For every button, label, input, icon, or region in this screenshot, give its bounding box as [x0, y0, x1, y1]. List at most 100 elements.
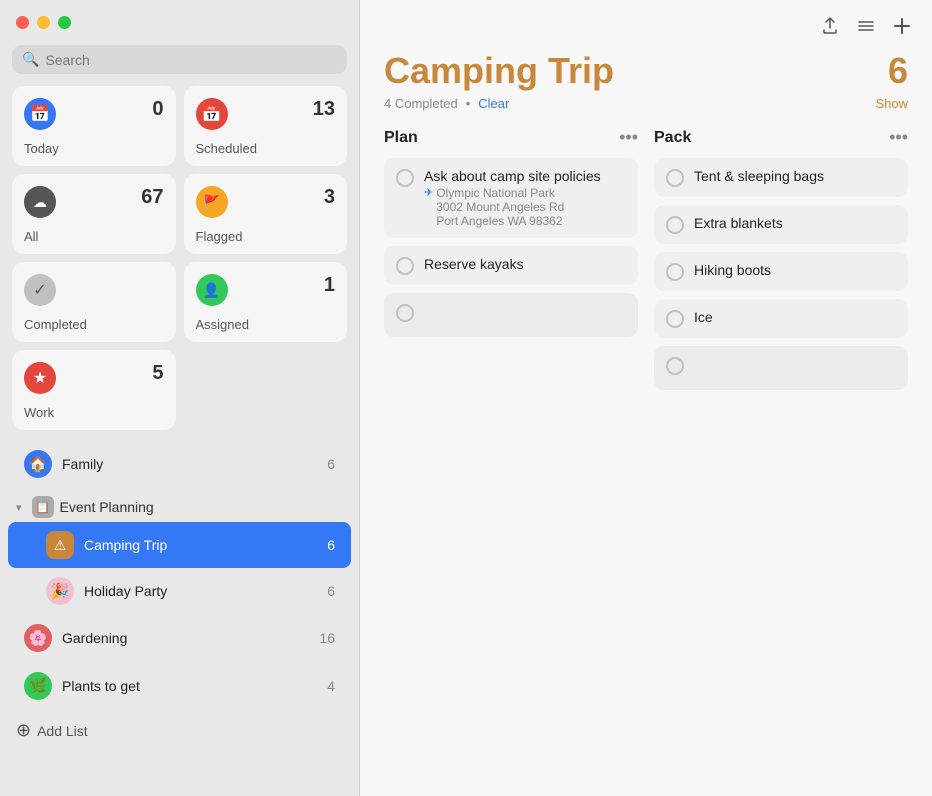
- holiday-party-label: Holiday Party: [84, 583, 327, 599]
- list-view-icon[interactable]: [856, 16, 876, 42]
- camping-trip-label: Camping Trip: [84, 537, 327, 553]
- sidebar-item-plants-to-get[interactable]: 🌿 Plants to get 4: [8, 662, 351, 710]
- maximize-button[interactable]: [58, 16, 71, 29]
- task-checkbox[interactable]: [666, 216, 684, 234]
- task-empty-plan[interactable]: [384, 293, 638, 337]
- camping-trip-count: 6: [327, 537, 335, 553]
- scheduled-count: 13: [313, 98, 335, 121]
- smart-list-scheduled[interactable]: 📅 13 Scheduled: [184, 86, 348, 166]
- separator: •: [466, 96, 471, 111]
- task-content: Ask about camp site policies ✈ Olympic N…: [424, 168, 626, 228]
- all-label: All: [24, 229, 164, 244]
- completed-row: 4 Completed • Clear Show: [384, 96, 908, 111]
- gardening-icon: 🌸: [24, 624, 52, 652]
- plan-column-header: Plan •••: [384, 127, 638, 148]
- smart-list-completed[interactable]: ✓ Completed: [12, 262, 176, 342]
- event-planning-icon: 📋: [32, 496, 54, 518]
- search-icon: 🔍: [22, 51, 39, 68]
- group-header-event-planning[interactable]: ▾ 📋 Event Planning: [0, 488, 359, 522]
- smart-lists-grid: 📅 0 Today 📅 13 Scheduled ☁ 67 All 🚩: [0, 86, 359, 350]
- show-button[interactable]: Show: [875, 96, 908, 111]
- add-list-button[interactable]: ⊕ Add List: [0, 710, 359, 751]
- assigned-count: 1: [324, 274, 335, 297]
- task-checkbox[interactable]: [396, 169, 414, 187]
- add-list-label: Add List: [37, 723, 88, 739]
- family-count: 6: [327, 456, 335, 472]
- sidebar-item-holiday-party[interactable]: 🎉 Holiday Party 6: [8, 568, 351, 614]
- clear-button[interactable]: Clear: [478, 96, 509, 111]
- today-count: 0: [152, 98, 163, 121]
- task-tent-sleeping-bags[interactable]: Tent & sleeping bags: [654, 158, 908, 197]
- task-reserve-kayaks[interactable]: Reserve kayaks: [384, 246, 638, 285]
- smart-list-all[interactable]: ☁ 67 All: [12, 174, 176, 254]
- plants-count: 4: [327, 678, 335, 694]
- share-icon[interactable]: [820, 16, 840, 42]
- task-content: Tent & sleeping bags: [694, 168, 896, 184]
- assigned-label: Assigned: [196, 317, 336, 332]
- task-content: Reserve kayaks: [424, 256, 626, 272]
- event-planning-label: Event Planning: [60, 499, 154, 515]
- task-hiking-boots[interactable]: Hiking boots: [654, 252, 908, 291]
- smart-list-assigned[interactable]: 👤 1 Assigned: [184, 262, 348, 342]
- assigned-icon: 👤: [196, 274, 228, 306]
- task-checkbox[interactable]: [666, 357, 684, 375]
- plan-column-menu-icon[interactable]: •••: [619, 127, 638, 148]
- task-ice[interactable]: Ice: [654, 299, 908, 338]
- camping-trip-icon: ⚠: [46, 531, 74, 559]
- task-subtitle: ✈ Olympic National Park3002 Mount Angele…: [424, 186, 626, 228]
- smart-list-flagged[interactable]: 🚩 3 Flagged: [184, 174, 348, 254]
- task-checkbox[interactable]: [396, 257, 414, 275]
- main-content: Camping Trip 6 4 Completed • Clear Show …: [360, 0, 932, 796]
- today-label: Today: [24, 141, 164, 156]
- sidebar-item-camping-trip[interactable]: ⚠ Camping Trip 6: [8, 522, 351, 568]
- search-bar[interactable]: 🔍: [12, 45, 347, 74]
- sidebar-item-gardening[interactable]: 🌸 Gardening 16: [8, 614, 351, 662]
- pack-column-menu-icon[interactable]: •••: [889, 127, 908, 148]
- flagged-label: Flagged: [196, 229, 336, 244]
- scheduled-label: Scheduled: [196, 141, 336, 156]
- all-icon: ☁: [24, 186, 56, 218]
- list-title-row: Camping Trip 6: [384, 50, 908, 92]
- task-content: Extra blankets: [694, 215, 896, 231]
- sidebar-item-family[interactable]: 🏠 Family 6: [8, 440, 351, 488]
- task-extra-blankets[interactable]: Extra blankets: [654, 205, 908, 244]
- smart-list-work[interactable]: ★ 5 Work: [12, 350, 176, 430]
- task-location-text: Olympic National Park3002 Mount Angeles …: [436, 186, 564, 228]
- holiday-party-count: 6: [327, 583, 335, 599]
- window-controls: [0, 0, 359, 37]
- completed-label: Completed: [24, 317, 164, 332]
- search-input[interactable]: [45, 52, 337, 68]
- gardening-label: Gardening: [62, 630, 319, 646]
- task-title: Reserve kayaks: [424, 256, 626, 272]
- add-icon[interactable]: [892, 16, 912, 42]
- task-empty-pack[interactable]: [654, 346, 908, 390]
- family-label: Family: [62, 456, 327, 472]
- task-content: Ice: [694, 309, 896, 325]
- work-count: 5: [152, 362, 163, 385]
- task-checkbox[interactable]: [396, 304, 414, 322]
- task-checkbox[interactable]: [666, 263, 684, 281]
- task-title: Ask about camp site policies: [424, 168, 626, 184]
- task-ask-about-camp[interactable]: Ask about camp site policies ✈ Olympic N…: [384, 158, 638, 238]
- smart-list-today[interactable]: 📅 0 Today: [12, 86, 176, 166]
- plants-icon: 🌿: [24, 672, 52, 700]
- completed-icon: ✓: [24, 274, 56, 306]
- all-count: 67: [141, 186, 163, 209]
- location-icon: ✈: [424, 186, 433, 199]
- minimize-button[interactable]: [37, 16, 50, 29]
- task-content: Hiking boots: [694, 262, 896, 278]
- plan-column: Plan ••• Ask about camp site policies ✈ …: [384, 127, 638, 398]
- plants-label: Plants to get: [62, 678, 327, 694]
- work-icon: ★: [24, 362, 56, 394]
- task-checkbox[interactable]: [666, 169, 684, 187]
- content-area: Camping Trip 6 4 Completed • Clear Show …: [360, 50, 932, 796]
- flagged-icon: 🚩: [196, 186, 228, 218]
- task-checkbox[interactable]: [666, 310, 684, 328]
- task-title: Tent & sleeping bags: [694, 168, 896, 184]
- close-button[interactable]: [16, 16, 29, 29]
- pack-column: Pack ••• Tent & sleeping bags Extra blan…: [654, 127, 908, 398]
- gardening-count: 16: [319, 630, 335, 646]
- scheduled-icon: 📅: [196, 98, 228, 130]
- columns: Plan ••• Ask about camp site policies ✈ …: [384, 127, 908, 398]
- chevron-down-icon: ▾: [16, 501, 22, 514]
